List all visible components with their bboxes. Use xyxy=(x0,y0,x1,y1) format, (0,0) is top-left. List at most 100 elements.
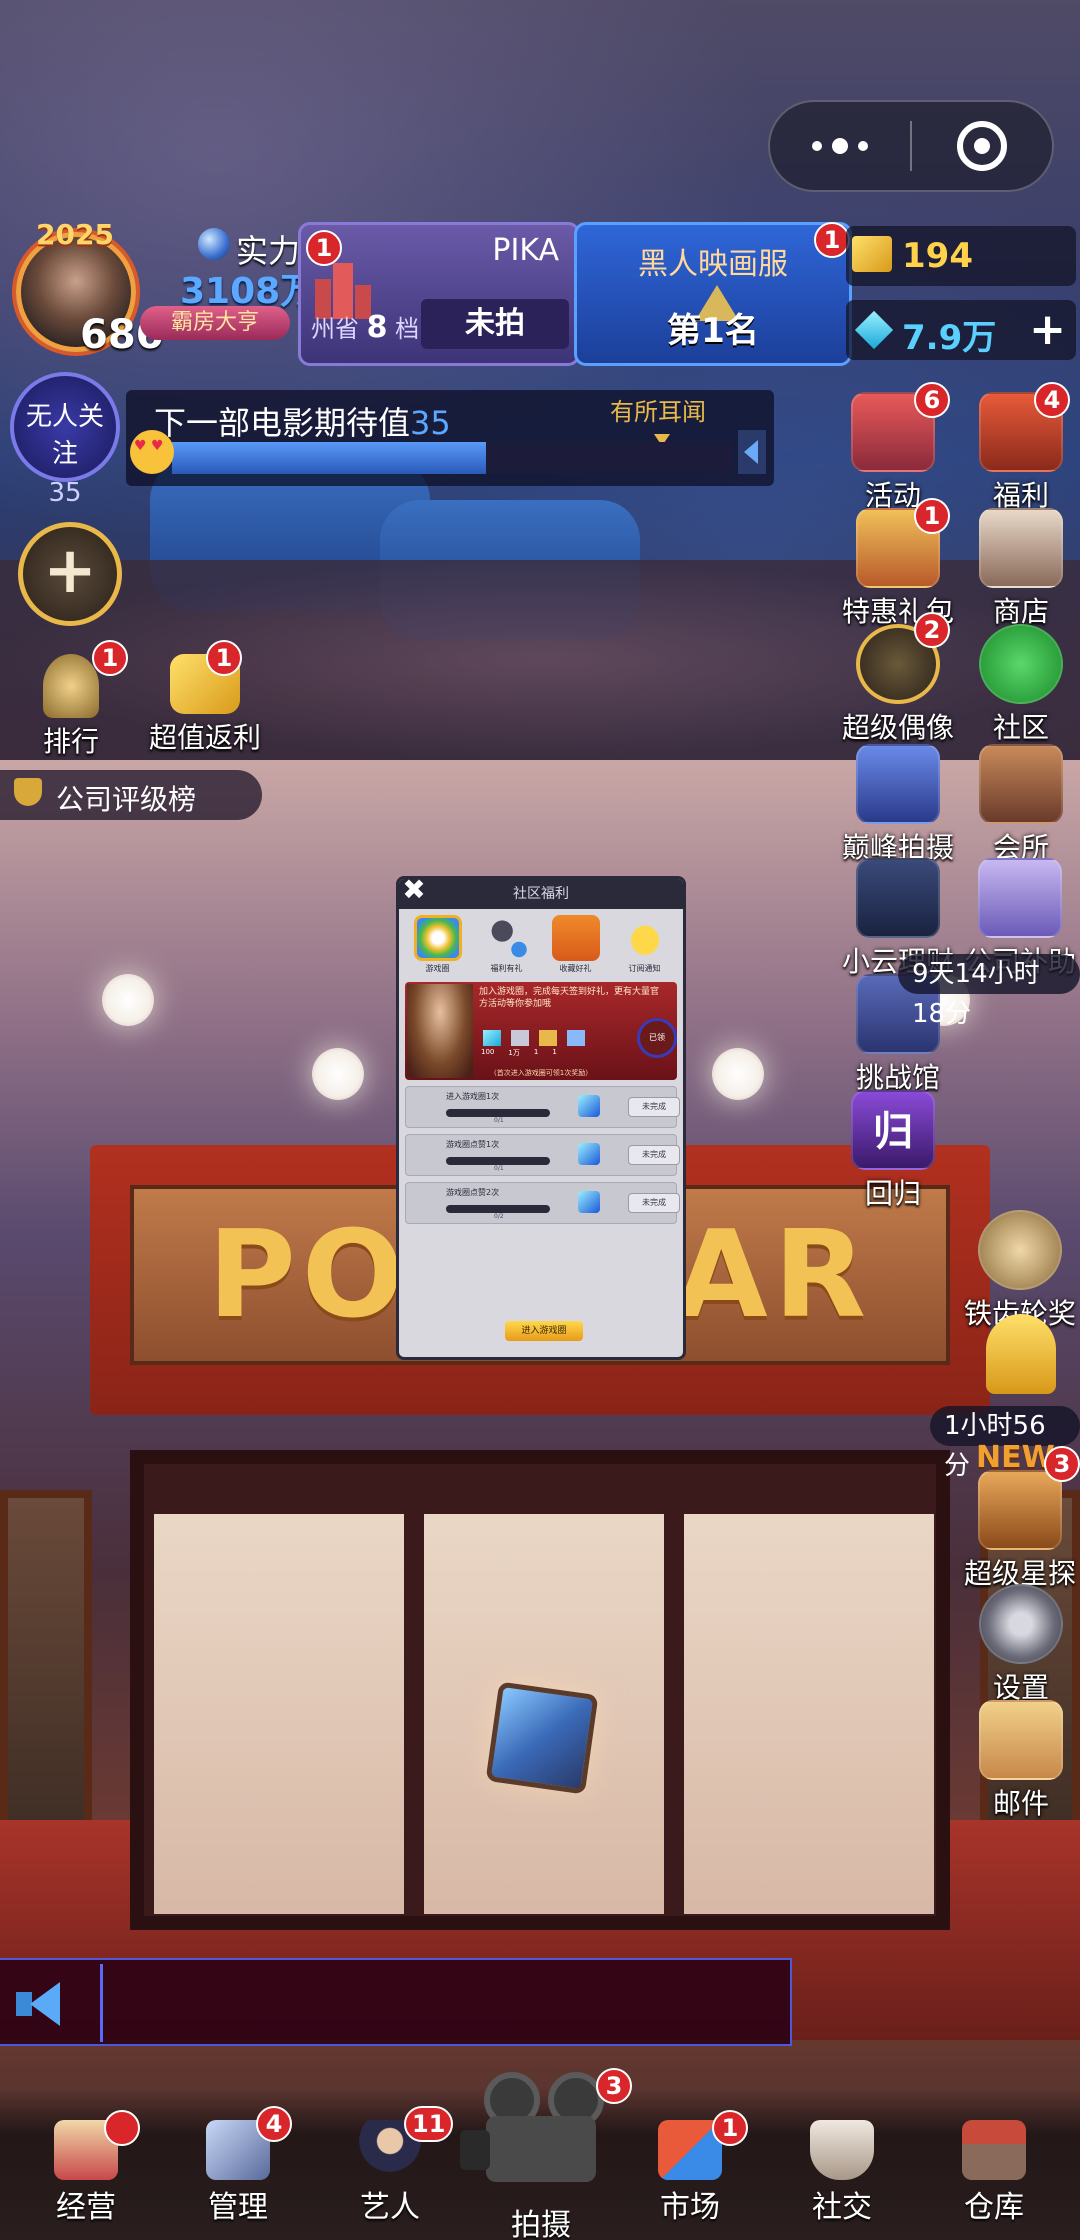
title-badge: 霸房大亨 xyxy=(140,306,290,340)
shoot-badge: 3 xyxy=(596,2068,632,2104)
ribbon-gift-icon xyxy=(978,858,1062,938)
banner-rewards xyxy=(483,1030,585,1046)
nav-warehouse[interactable]: 仓库 xyxy=(934,2120,1054,2226)
server-name: 黑人映画服 xyxy=(638,247,788,282)
task-action-button[interactable]: 未完成 xyxy=(628,1097,680,1117)
rebate-button[interactable]: 超值返利 xyxy=(130,654,280,756)
welfare-badge: 4 xyxy=(1034,382,1070,418)
gear-award-icon xyxy=(978,1210,1062,1290)
dialog-header: ✖ 社区福利 xyxy=(399,879,683,909)
gem-currency[interactable]: 7.9万 + xyxy=(846,300,1076,360)
activity-badge: 6 xyxy=(914,382,950,418)
banner-portrait xyxy=(407,984,473,1078)
new-tag: NEW xyxy=(976,1440,1055,1475)
heart-eyes-icon xyxy=(130,430,174,474)
enter-game-circle-button[interactable]: 进入游戏圈 xyxy=(505,1321,583,1341)
collapse-arrow-icon[interactable] xyxy=(738,430,766,474)
trophy-icon xyxy=(14,778,42,806)
welfare-banner: 加入游戏圈，完成每天签到好礼，更有大量官方活动等你参加哦 100 1万 1 1 已领 … xyxy=(405,982,677,1080)
bookmark-star-icon xyxy=(551,915,600,961)
bell-icon xyxy=(620,915,669,961)
nav-social[interactable]: 社交 xyxy=(782,2120,902,2226)
envelope-icon xyxy=(979,1700,1063,1780)
nav-shoot[interactable]: 拍摄 xyxy=(460,2072,616,2240)
diamond-icon xyxy=(578,1191,600,1213)
expectation-track xyxy=(172,442,732,474)
company-badge: 1 xyxy=(306,230,342,266)
ticket-value: 194 xyxy=(902,236,973,276)
ranking-badge: 1 xyxy=(92,640,128,676)
subsidy-timer: 9天14小时18分 xyxy=(898,954,1080,1029)
megaphone-icon[interactable] xyxy=(16,1982,64,2026)
special-pack-badge: 1 xyxy=(914,498,950,534)
trophy-timer-button[interactable] xyxy=(966,1314,1076,1394)
company-rating-tag[interactable]: 公司评级榜 xyxy=(0,770,262,820)
task-row: 进入游戏圈1次 0/1 未完成 xyxy=(405,1086,680,1128)
close-target-button[interactable] xyxy=(912,121,1052,171)
close-icon[interactable]: ✖ xyxy=(399,879,429,905)
diamond-icon xyxy=(854,310,894,350)
wechat-icon xyxy=(979,624,1063,704)
company-location: 州省 8 档 xyxy=(311,310,420,345)
server-badge: 1 xyxy=(814,222,850,258)
shop-button[interactable]: 商店 xyxy=(966,508,1076,630)
gold-trophy-icon xyxy=(986,1314,1056,1394)
scout-hat-icon xyxy=(978,1470,1062,1550)
coffee-cup-icon xyxy=(810,2120,874,2180)
storefront-icon xyxy=(979,508,1063,588)
add-button[interactable]: + xyxy=(18,522,122,626)
game-circle-icon xyxy=(413,915,462,961)
server-rank: 第1名 xyxy=(667,311,759,351)
tab-follow-gift[interactable]: 福利有礼 xyxy=(476,915,538,974)
ceiling-lamp xyxy=(712,1048,764,1100)
banner-text: 加入游戏圈，完成每天签到好礼，更有大量官方活动等你参加哦 xyxy=(479,987,660,1009)
chat-bar[interactable] xyxy=(0,1958,792,2046)
task-row: 游戏圈点赞2次 0/2 未完成 xyxy=(405,1182,680,1224)
super-idol-badge: 2 xyxy=(914,612,950,648)
expectation-bar: 下一部电影期待值35 有所耳闻 xyxy=(126,390,774,486)
chat-input-caret xyxy=(100,1964,103,2042)
more-menu-button[interactable] xyxy=(770,138,910,154)
tab-subscribe[interactable]: 订阅通知 xyxy=(614,915,676,974)
super-scout-button[interactable]: 超级星探 xyxy=(960,1470,1080,1592)
ticket-icon xyxy=(852,236,892,272)
mini-program-capsule xyxy=(768,100,1054,192)
claimed-seal: 已领 xyxy=(637,1018,677,1058)
mail-button[interactable]: 邮件 xyxy=(966,1700,1076,1822)
ceiling-lamp xyxy=(312,1048,364,1100)
expectation-hint: 有所耳闻 xyxy=(610,398,706,426)
club-button[interactable]: 会所 xyxy=(966,744,1076,866)
warehouse-icon xyxy=(962,2120,1026,2180)
community-welfare-dialog: ✖ 社区福利 游戏圈 福利有礼 收藏好礼 订阅通知 加入游戏圈，完成每天签到好礼… xyxy=(396,876,686,1360)
server-panel[interactable]: 黑人映画服 第1名 xyxy=(574,222,852,366)
artists-badge: 11 xyxy=(404,2106,454,2142)
star-crown-icon xyxy=(856,744,940,824)
attention-value: 35 xyxy=(48,478,82,508)
mystery-cube[interactable] xyxy=(485,1681,599,1795)
avatar-year: 2025 xyxy=(36,218,114,251)
globe-icon xyxy=(198,228,230,260)
operations-dot xyxy=(104,2110,140,2146)
gear-icon xyxy=(979,1584,1063,1664)
rebate-badge: 1 xyxy=(206,640,242,676)
task-action-button[interactable]: 未完成 xyxy=(628,1193,680,1213)
settings-button[interactable]: 设置 xyxy=(966,1584,1076,1706)
tab-favorite-gift[interactable]: 收藏好礼 xyxy=(545,915,607,974)
diamond-icon xyxy=(578,1095,600,1117)
add-gems-button[interactable]: + xyxy=(1029,304,1066,355)
task-row: 游戏圈点赞1次 0/1 未完成 xyxy=(405,1134,680,1176)
ticket-currency[interactable]: 194 xyxy=(846,226,1076,286)
tab-game-circle[interactable]: 游戏圈 xyxy=(407,915,469,974)
return-button[interactable]: 归 回归 xyxy=(838,1090,948,1212)
medal-icon xyxy=(43,654,99,718)
attention-label: 无人关注 xyxy=(25,402,104,469)
super-scout-badge: 3 xyxy=(1044,1446,1080,1482)
dialog-title: 社区福利 xyxy=(513,886,569,902)
community-button[interactable]: 社区 xyxy=(966,624,1076,746)
attention-meter[interactable]: 无人关注 35 xyxy=(10,372,120,508)
task-action-button[interactable]: 未完成 xyxy=(628,1145,680,1165)
peak-shoot-button[interactable]: 巅峰拍摄 xyxy=(838,744,958,866)
banner-reward-values: 100 1万 1 1 xyxy=(481,1048,557,1057)
expectation-label: 下一部电影期待值35 xyxy=(154,404,451,442)
management-badge: 4 xyxy=(256,2106,292,2142)
